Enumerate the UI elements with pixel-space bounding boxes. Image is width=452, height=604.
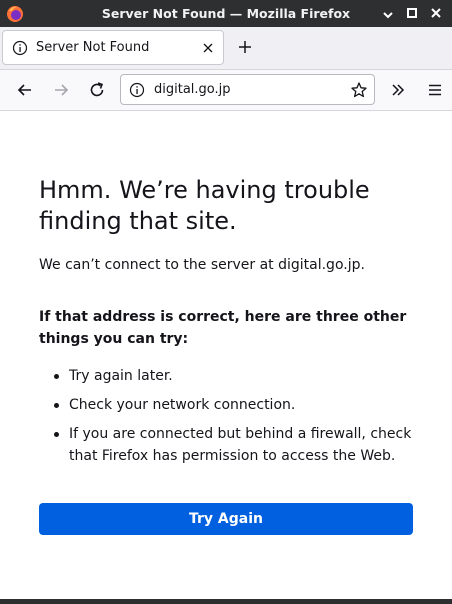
- new-tab-plus-icon[interactable]: [237, 39, 253, 55]
- minimize-icon[interactable]: [380, 5, 396, 21]
- site-info-icon[interactable]: [129, 82, 145, 98]
- tip-text: Try again later.: [69, 368, 173, 384]
- tab-close-icon[interactable]: [202, 42, 214, 54]
- bullet-icon: [54, 432, 59, 437]
- reload-icon[interactable]: [88, 81, 106, 99]
- window-bottom-border: [0, 599, 452, 604]
- tab-server-not-found[interactable]: Server Not Found: [2, 30, 224, 65]
- tab-label: Server Not Found: [36, 40, 150, 55]
- advice-title: If that address is correct, here are thr…: [39, 309, 407, 347]
- back-icon[interactable]: [16, 81, 34, 99]
- error-heading: Hmm. We’re having trouble finding that s…: [39, 176, 370, 235]
- url-bar[interactable]: digital.go.jp: [120, 74, 375, 105]
- bookmark-star-icon[interactable]: [350, 81, 368, 99]
- tip-text: Check your network connection.: [69, 397, 296, 413]
- url-text[interactable]: digital.go.jp: [154, 75, 231, 104]
- bullet-icon: [54, 403, 59, 408]
- navigation-toolbar: digital.go.jp: [0, 70, 452, 111]
- overflow-chevron-icon[interactable]: [389, 81, 407, 99]
- maximize-icon[interactable]: [404, 5, 420, 21]
- tip-text: If you are connected but behind a firewa…: [69, 426, 412, 464]
- window-titlebar: Server Not Found — Mozilla Firefox: [0, 0, 452, 27]
- try-again-button[interactable]: Try Again: [39, 503, 413, 535]
- bullet-icon: [54, 374, 59, 379]
- error-page: Hmm. We’re having trouble finding that s…: [0, 111, 452, 599]
- info-icon: [12, 40, 28, 56]
- tip-item: If you are connected but behind a firewa…: [39, 423, 419, 467]
- tab-strip: Server Not Found: [0, 27, 452, 70]
- error-description: We can’t connect to the server at digita…: [39, 257, 365, 273]
- close-icon[interactable]: [428, 5, 444, 21]
- tips-list: Try again later. Check your network conn…: [39, 365, 419, 474]
- forward-icon[interactable]: [52, 81, 70, 99]
- hamburger-menu-icon[interactable]: [426, 81, 444, 99]
- tip-item: Try again later.: [39, 365, 419, 387]
- tip-item: Check your network connection.: [39, 394, 419, 416]
